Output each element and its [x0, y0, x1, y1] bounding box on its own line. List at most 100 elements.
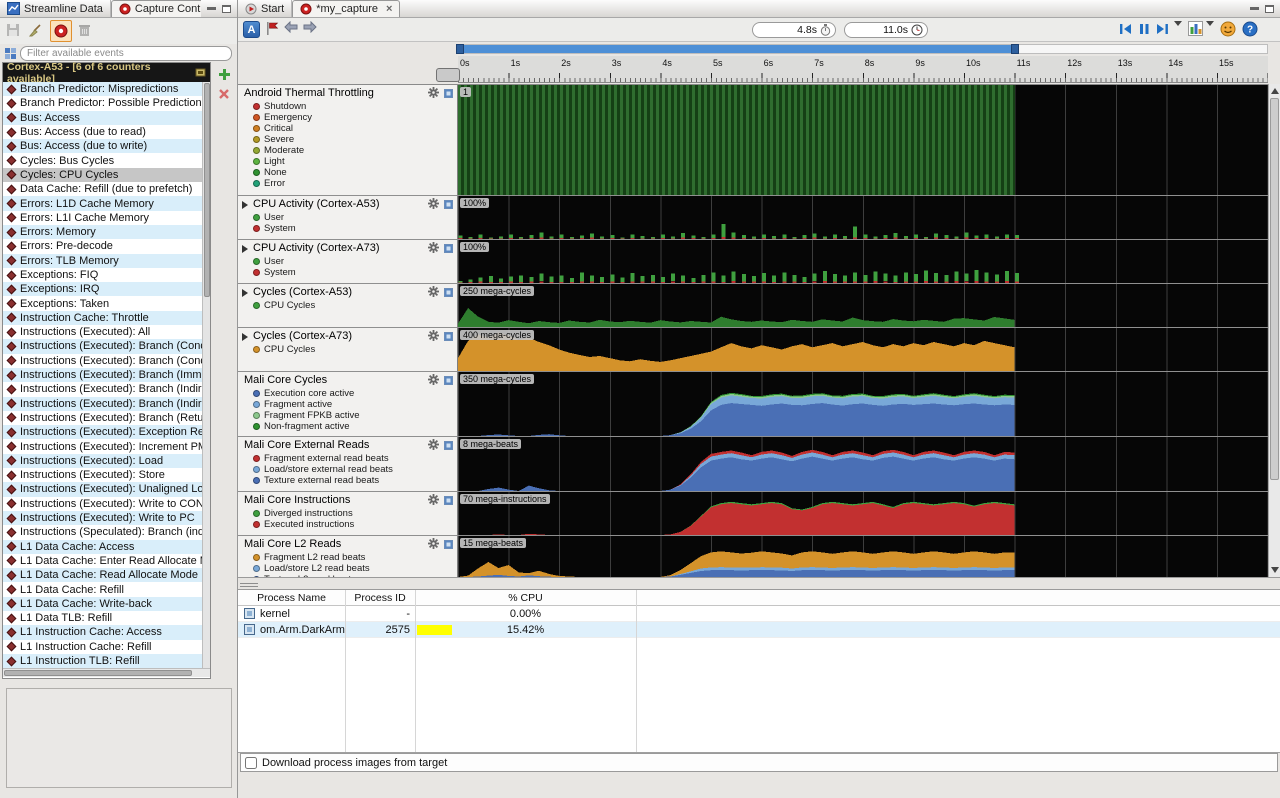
counter-list-item[interactable]: Errors: Memory: [3, 224, 204, 240]
column-divider[interactable]: [345, 590, 346, 752]
expander-icon[interactable]: [242, 289, 248, 297]
chart-settings-gear-icon[interactable]: [428, 374, 439, 388]
restore-icon[interactable]: [1265, 4, 1274, 13]
counter-hscrollbar[interactable]: [3, 668, 210, 677]
counter-list-item[interactable]: Bus: Access (due to read): [3, 125, 204, 139]
counter-list-item[interactable]: L1 Instruction Cache: Access: [3, 625, 204, 640]
annotation-button[interactable]: A: [243, 21, 260, 38]
dropdown-caret-icon[interactable]: [1206, 21, 1216, 38]
charts-vscrollbar[interactable]: [1268, 84, 1280, 577]
timeline-selection-track[interactable]: [456, 44, 1268, 54]
add-counter-button[interactable]: [215, 66, 233, 82]
counter-list-item[interactable]: Errors: L1I Cache Memory: [3, 211, 204, 225]
minimize-icon[interactable]: [207, 7, 216, 10]
column-divider[interactable]: [415, 590, 416, 752]
time-field-start[interactable]: 4.8s: [752, 22, 836, 38]
chart-color-box-icon[interactable]: [444, 288, 453, 297]
counter-list-item[interactable]: Cycles: CPU Cycles: [3, 167, 204, 183]
counter-list-item[interactable]: Errors: Pre-decode: [3, 239, 204, 253]
chart-label-panel[interactable]: Cycles (Cortex-A73) CPU Cycles: [238, 328, 458, 371]
counter-vscroll-thumb[interactable]: [204, 83, 210, 297]
chart-settings-gear-icon[interactable]: [428, 87, 439, 101]
chart-settings-gear-icon[interactable]: [428, 538, 439, 552]
counter-list-item[interactable]: Instructions (Executed): Store: [3, 468, 204, 482]
counter-list-item[interactable]: Instructions (Speculated): Branch (indir…: [3, 525, 204, 539]
download-images-checkbox[interactable]: [245, 756, 257, 769]
timeline-caliper-handle[interactable]: [436, 68, 460, 82]
chart-label-panel[interactable]: CPU Activity (Cortex-A53) User System: [238, 196, 458, 239]
counter-list-item[interactable]: Branch Predictor: Possible Predictions: [3, 96, 204, 110]
restore-icon[interactable]: [222, 4, 231, 13]
close-icon[interactable]: ×: [386, 3, 392, 15]
goto-next-icon[interactable]: [302, 20, 319, 38]
chart-settings-gear-icon[interactable]: [428, 494, 439, 508]
charts-vscroll-thumb[interactable]: [1270, 98, 1279, 480]
chart-settings-gear-icon[interactable]: [428, 330, 439, 344]
counter-list-item[interactable]: Instructions (Executed): Write to PC: [3, 510, 204, 526]
chart-label-panel[interactable]: Mali Core L2 Reads Fragment L2 read beats…: [238, 536, 458, 577]
counter-list-item[interactable]: Instructions (Executed): Branch (Indirec…: [3, 382, 204, 396]
counter-list-item[interactable]: Bus: Access (due to write): [3, 139, 204, 154]
chart-label-panel[interactable]: CPU Activity (Cortex-A73) User System: [238, 240, 458, 283]
right-tab[interactable]: Start: [238, 0, 293, 17]
counter-list-item[interactable]: Branch Predictor: Mispredictions: [3, 82, 204, 97]
scroll-up-icon[interactable]: [1271, 88, 1279, 94]
counter-list-item[interactable]: Instructions (Executed): Write to CONTE: [3, 497, 204, 511]
counter-list-item[interactable]: Instructions (Executed): Branch (Conditi: [3, 354, 204, 368]
counter-list-item[interactable]: Instructions (Executed): Unaligned Load: [3, 482, 204, 497]
bookmark-flag-icon[interactable]: [265, 21, 282, 38]
charts-table-splitter[interactable]: [238, 577, 1280, 590]
counter-list-item[interactable]: Data Cache: Refill (due to prefetch): [3, 182, 204, 196]
filter-input[interactable]: [20, 45, 232, 61]
counter-list-item[interactable]: Exceptions: FIQ: [3, 268, 204, 282]
counter-list-item[interactable]: L1 Data Cache: Write-back: [3, 596, 204, 611]
chart-color-box-icon[interactable]: [444, 89, 453, 98]
counter-list-item[interactable]: L1 Data TLB: Refill: [3, 611, 204, 625]
left-tab[interactable]: Capture Cont...: [110, 0, 201, 17]
pause-icon[interactable]: [1136, 21, 1153, 38]
right-tab[interactable]: *my_capture ×: [292, 0, 401, 17]
goto-previous-icon[interactable]: [284, 20, 301, 38]
stop-capture-button[interactable]: [50, 20, 72, 42]
chart-canvas[interactable]: 15 mega-beats: [458, 536, 1268, 577]
skip-to-start-icon[interactable]: [1118, 21, 1135, 38]
chart-canvas[interactable]: 8 mega-beats: [458, 437, 1268, 491]
chart-settings-gear-icon[interactable]: [428, 286, 439, 300]
counter-list-item[interactable]: L1 Data Cache: Access: [3, 539, 204, 554]
chart-canvas[interactable]: 70 mega-instructions: [458, 492, 1268, 535]
minimize-icon[interactable]: [1250, 7, 1259, 10]
chart-label-panel[interactable]: Mali Core External Reads Fragment externa…: [238, 437, 458, 491]
expander-icon[interactable]: [242, 333, 248, 341]
scroll-down-icon[interactable]: [1271, 567, 1279, 573]
chart-canvas[interactable]: 400 mega-cycles: [458, 328, 1268, 371]
counter-list-item[interactable]: Instructions (Executed): Branch (Conditi: [3, 339, 204, 354]
counter-list-item[interactable]: L1 Data Cache: Enter Read Allocate Mod: [3, 554, 204, 568]
counter-list-item[interactable]: Instructions (Executed): Branch (Immedi: [3, 367, 204, 383]
counter-list-item[interactable]: Cycles: Bus Cycles: [3, 153, 204, 167]
chart-config-icon[interactable]: [1188, 21, 1205, 38]
counter-list-item[interactable]: Instruction Cache: Throttle: [3, 310, 204, 326]
chart-label-panel[interactable]: Mali Core Cycles Execution core active Fra…: [238, 372, 458, 436]
counter-list-item[interactable]: Errors: L1D Cache Memory: [3, 196, 204, 211]
table-row[interactable]: kernel - 0.00%: [238, 606, 1280, 622]
skip-to-end-icon[interactable]: [1154, 21, 1171, 38]
chart-color-box-icon[interactable]: [444, 244, 453, 253]
counter-list-item[interactable]: Instructions (Executed): Load: [3, 453, 204, 469]
chart-label-panel[interactable]: Mali Core Instructions Diverged instructi…: [238, 492, 458, 535]
chart-canvas[interactable]: 250 mega-cycles: [458, 284, 1268, 327]
table-column-header[interactable]: Process Name: [238, 590, 345, 605]
counter-list-item[interactable]: Instructions (Executed): Increment PMS: [3, 439, 204, 453]
chart-color-box-icon[interactable]: [444, 332, 453, 341]
table-row[interactable]: om.Arm.DarkArms 2575 15.42%: [238, 622, 1280, 638]
left-tab[interactable]: Streamline Data: [0, 0, 111, 17]
counter-list-item[interactable]: L1 Instruction Cache: Refill: [3, 640, 204, 654]
chart-color-box-icon[interactable]: [444, 376, 453, 385]
clear-icon[interactable]: [28, 23, 44, 39]
expander-icon[interactable]: [242, 201, 248, 209]
chart-color-box-icon[interactable]: [444, 441, 453, 450]
selection-handle-left[interactable]: [456, 44, 464, 54]
table-column-header[interactable]: Process ID: [345, 590, 415, 605]
counter-list-item[interactable]: Exceptions: IRQ: [3, 282, 204, 297]
counter-list-item[interactable]: Instructions (Executed): Branch (Indirec…: [3, 396, 204, 411]
splitter-grip-icon[interactable]: [240, 581, 258, 587]
